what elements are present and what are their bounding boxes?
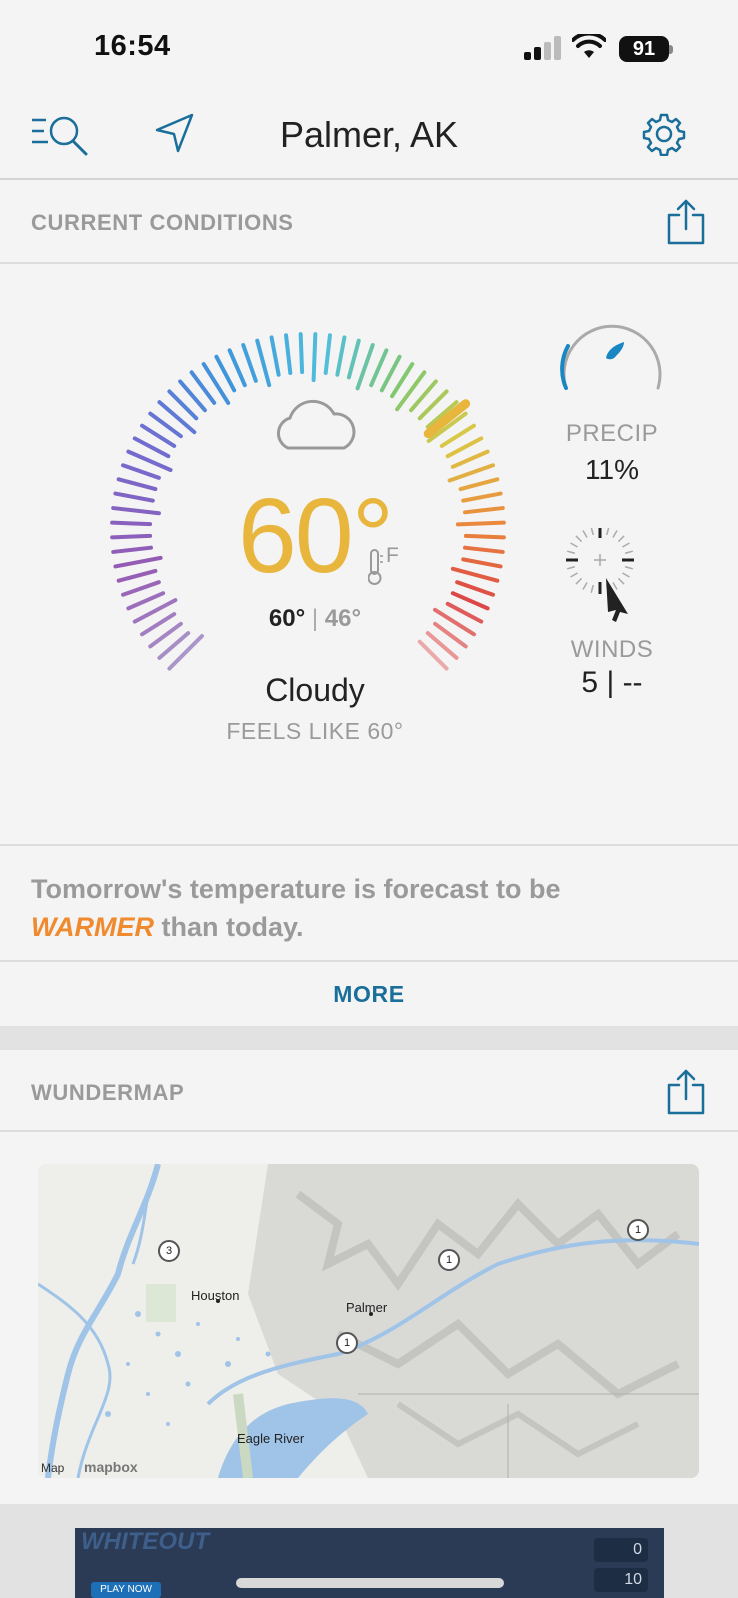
wundermap-header: WUNDERMAP: [0, 1050, 738, 1132]
high-temp: 60°: [268, 605, 306, 632]
gear-icon[interactable]: [642, 112, 686, 156]
forecast-summary: Tomorrow's temperature is forecast to be…: [0, 844, 738, 962]
high-low-separator: |: [311, 605, 319, 632]
high-low: 60° | 46°: [0, 605, 630, 633]
map-attribution[interactable]: Map: [41, 1461, 64, 1475]
map-label-eagle-river: Eagle River: [237, 1431, 305, 1446]
forecast-line-2: than today.: [154, 912, 304, 942]
status-time: 16:54: [94, 30, 171, 62]
status-bar: 16:54 91: [0, 0, 738, 96]
winds-label: WINDS: [570, 636, 654, 663]
feels-like: FEELS LIKE 60°: [226, 718, 404, 744]
ad-play-button[interactable]: PLAY NOW: [91, 1582, 161, 1598]
share-icon[interactable]: [666, 1068, 706, 1116]
route-marker: 1: [438, 1249, 460, 1271]
home-indicator[interactable]: [236, 1578, 504, 1588]
temperature-unit: F: [386, 544, 399, 567]
more-button[interactable]: MORE: [0, 962, 738, 1026]
nav-bar: Palmer, AK: [0, 96, 738, 180]
route-marker: 3: [158, 1240, 180, 1262]
winds-value: 5 | --: [581, 666, 643, 699]
battery-level: 91: [619, 36, 669, 62]
map-label-palmer: Palmer: [346, 1300, 388, 1315]
ad-score: 0: [594, 1538, 648, 1562]
battery-icon: 91: [619, 36, 673, 62]
forecast-emphasis: WARMER: [31, 912, 154, 942]
ad-title: WHITEOUT: [81, 1528, 209, 1555]
map-terrain: [38, 1164, 699, 1478]
precip-gauge: [560, 324, 662, 390]
mapbox-logo: mapbox: [84, 1459, 138, 1475]
share-icon[interactable]: [666, 198, 706, 246]
forecast-text: Tomorrow's temperature is forecast to be…: [31, 870, 711, 946]
cloud-icon: [277, 399, 356, 450]
wundermap-map[interactable]: Houston Palmer Eagle River 3 1 1 1 Map m…: [38, 1164, 699, 1478]
low-temp: 46°: [324, 605, 362, 632]
precip-value: 11%: [585, 454, 639, 485]
section-title: WUNDERMAP: [31, 1080, 185, 1105]
route-marker: 1: [627, 1219, 649, 1241]
map-label-houston: Houston: [191, 1288, 240, 1303]
precip-label: PRECIP: [565, 420, 659, 447]
route-marker: 1: [336, 1332, 358, 1354]
section-divider: [0, 1026, 738, 1050]
temperature-value: 60°: [237, 477, 394, 595]
wind-direction-icon: [566, 528, 634, 622]
cellular-signal-icon: [524, 36, 562, 60]
current-conditions-header: CURRENT CONDITIONS: [0, 180, 738, 264]
condition-text: Cloudy: [265, 672, 365, 708]
section-title: CURRENT CONDITIONS: [31, 210, 294, 235]
ad-score: 10: [594, 1568, 648, 1592]
thermometer-icon: F: [367, 544, 408, 586]
location-title[interactable]: Palmer, AK: [0, 114, 738, 156]
wifi-icon: [572, 34, 606, 58]
forecast-line-1: Tomorrow's temperature is forecast to be: [31, 874, 561, 904]
